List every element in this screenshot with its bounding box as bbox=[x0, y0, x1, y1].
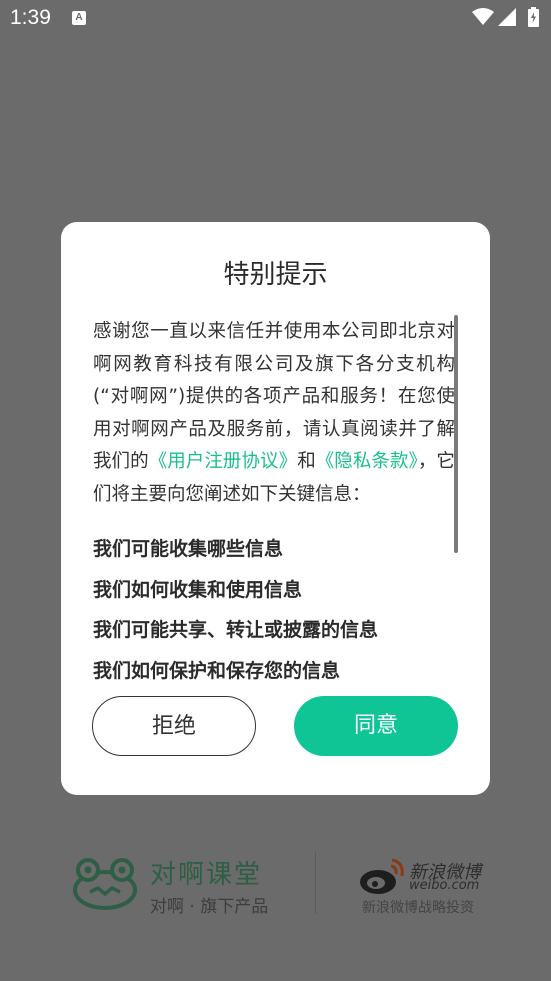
brand-divider bbox=[315, 852, 316, 914]
partner-subtitle: 新浪微博战略投资 bbox=[362, 900, 474, 916]
key-info-item: 我们如何收集和使用信息 bbox=[93, 578, 303, 601]
brand-subtitle: 对啊 · 旗下产品 bbox=[150, 897, 269, 917]
reject-button[interactable]: 拒绝 bbox=[92, 696, 256, 756]
partner-url: weibo.com bbox=[409, 878, 480, 893]
dialog-scroll-content[interactable]: 感谢您一直以来信任并使用本公司即北京对啊网教育科技有限公司及旗下各分支机构(“对… bbox=[93, 316, 455, 694]
dialog-scrollbar[interactable] bbox=[454, 315, 458, 553]
key-info-item: 我们可能共享、转让或披露的信息 bbox=[93, 619, 379, 641]
key-info-item: 我们可能收集哪些信息 bbox=[93, 538, 284, 560]
dialog-title: 特别提示 bbox=[223, 260, 328, 290]
key-info-list: 我们可能收集哪些信息 我们如何收集和使用信息 我们可能共享、转让或披露的信息 我… bbox=[93, 529, 455, 691]
privacy-dialog: 特别提示 感谢您一直以来信任并使用本公司即北京对啊网教育科技有限公司及旗下各分支… bbox=[61, 222, 490, 795]
privacy-policy-link[interactable]: 《隐私条款》 bbox=[316, 451, 418, 472]
agree-button[interactable]: 同意 bbox=[294, 696, 458, 756]
brand-name: 对啊课堂 bbox=[150, 860, 263, 890]
weibo-logo-icon bbox=[360, 858, 404, 894]
key-info-item: 我们如何保护和保存您的信息 bbox=[93, 659, 341, 682]
dialog-intro-paragraph: 感谢您一直以来信任并使用本公司即北京对啊网教育科技有限公司及旗下各分支机构(“对… bbox=[93, 316, 455, 511]
intro-text: 感谢您一直以来信任并使用本公司即北京对啊网教育科技有限公司及旗下各分支机构(“对… bbox=[93, 321, 455, 472]
frog-logo-icon bbox=[73, 858, 137, 910]
intro-and-text: 和 bbox=[297, 451, 316, 472]
user-agreement-link[interactable]: 《用户注册协议》 bbox=[149, 451, 298, 472]
